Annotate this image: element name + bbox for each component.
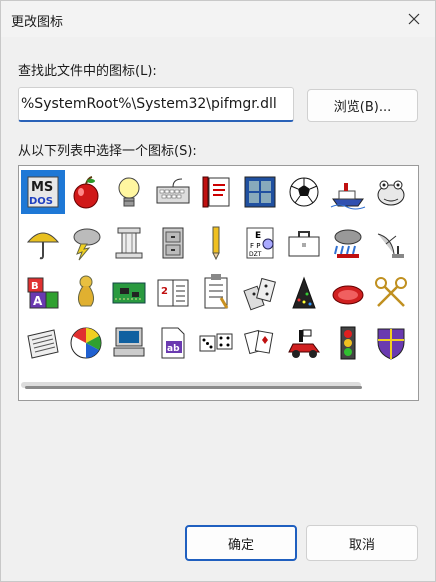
- pen-document-icon[interactable]: [194, 170, 238, 214]
- crossed-keys-icon-graphic: [375, 277, 407, 307]
- beach-ball-icon[interactable]: [64, 321, 108, 365]
- circuit-board-icon[interactable]: [107, 271, 151, 315]
- traffic-light-icon[interactable]: [326, 321, 370, 365]
- dialog-title: 更改图标: [11, 15, 64, 30]
- soccer-ball-icon-graphic: [289, 177, 319, 207]
- checklist-icon-graphic: [204, 274, 229, 309]
- ok-button[interactable]: 确定: [185, 525, 297, 561]
- rubber-raft-icon[interactable]: [326, 271, 370, 315]
- ab-document-icon[interactable]: ab: [151, 321, 195, 365]
- circuit-board-icon-graphic: [112, 282, 146, 304]
- file-cabinet-icon[interactable]: [151, 221, 195, 265]
- keyboard-icon-graphic: [156, 178, 190, 204]
- svg-text:A: A: [33, 294, 43, 308]
- svg-text:DZT: DZT: [249, 251, 262, 258]
- newspaper-icon[interactable]: [21, 321, 65, 365]
- shield-icon-graphic: [377, 328, 405, 360]
- briefcase-icon[interactable]: [282, 221, 326, 265]
- dominoes-icon-graphic: [243, 277, 276, 311]
- stormy-sky-icon[interactable]: [326, 221, 370, 265]
- ab-document-icon-graphic: ab: [161, 327, 185, 359]
- title-bar: 更改图标: [1, 1, 435, 37]
- computer-icon-graphic: [113, 327, 145, 357]
- svg-text:E: E: [255, 231, 261, 241]
- briefcase-icon-graphic: [288, 231, 320, 257]
- satellite-dish-icon-graphic: [377, 233, 404, 258]
- window-frame-icon[interactable]: [238, 170, 282, 214]
- file-path-input[interactable]: [18, 87, 294, 122]
- apple-icon[interactable]: [64, 170, 108, 214]
- frog-icon-graphic: [377, 180, 405, 206]
- close-button[interactable]: [393, 1, 435, 37]
- satellite-dish-icon[interactable]: [369, 221, 413, 265]
- file-label: 查找此文件中的图标(L):: [18, 64, 157, 79]
- dominoes-icon[interactable]: [238, 271, 282, 315]
- lightbulb-icon-graphic: [118, 177, 140, 207]
- race-car-icon-graphic: [288, 329, 320, 358]
- browse-button-label: 浏览(B)...: [333, 100, 392, 115]
- pencil-icon[interactable]: [194, 221, 238, 265]
- lightbulb-icon[interactable]: [107, 170, 151, 214]
- svg-text:DOS: DOS: [29, 196, 53, 207]
- party-hat-icon[interactable]: [282, 271, 326, 315]
- change-icon-dialog: 更改图标 查找此文件中的图标(L): 浏览(B)... 从以下列表中选择一个图标…: [0, 0, 436, 582]
- calendar-book-icon[interactable]: 2: [151, 271, 195, 315]
- close-icon: [408, 13, 420, 25]
- ms-dos-icon[interactable]: MS DOS: [21, 170, 65, 214]
- svg-text:2: 2: [161, 286, 168, 297]
- pen-document-icon-graphic: [202, 176, 230, 208]
- storm-cloud-icon-graphic: [73, 228, 101, 261]
- tuba-icon-graphic: [77, 275, 95, 307]
- file-cabinet-icon-graphic: [162, 227, 184, 259]
- svg-text:MS: MS: [31, 180, 53, 195]
- computer-icon[interactable]: [107, 321, 151, 365]
- eye-chart-icon-graphic: EF PDZT: [246, 227, 274, 259]
- ms-dos-icon-graphic: MSDOS: [27, 176, 59, 208]
- scrollbar-thumb[interactable]: [25, 386, 362, 389]
- ship-icon-graphic: [330, 183, 366, 210]
- stormy-sky-icon-graphic: [334, 229, 362, 258]
- abc-blocks-icon[interactable]: BA: [21, 271, 65, 315]
- umbrella-icon[interactable]: [21, 221, 65, 265]
- beach-ball-icon-graphic: [70, 327, 102, 359]
- svg-text:ab: ab: [167, 344, 180, 354]
- keyboard-icon[interactable]: [151, 170, 195, 214]
- abc-blocks-icon-graphic: BA: [27, 277, 59, 309]
- checklist-icon[interactable]: [194, 271, 238, 315]
- dice-icon[interactable]: [194, 321, 238, 365]
- race-car-icon[interactable]: [282, 321, 326, 365]
- storm-cloud-icon[interactable]: [64, 221, 108, 265]
- svg-text:B: B: [31, 281, 39, 292]
- tuba-icon[interactable]: [64, 271, 108, 315]
- party-hat-icon-graphic: [292, 276, 316, 309]
- shield-icon[interactable]: [369, 321, 413, 365]
- column-icon[interactable]: [107, 221, 151, 265]
- frog-icon[interactable]: [369, 170, 413, 214]
- playing-cards-icon-graphic: [244, 329, 274, 355]
- traffic-light-icon-graphic: [340, 326, 356, 360]
- calendar-book-icon-graphic: 2: [157, 279, 189, 307]
- umbrella-icon-graphic: [26, 232, 60, 260]
- playing-cards-icon[interactable]: [238, 321, 282, 365]
- icons-label: 从以下列表中选择一个图标(S):: [18, 144, 197, 159]
- crossed-keys-icon[interactable]: [369, 271, 413, 315]
- ship-icon[interactable]: [326, 170, 370, 214]
- soccer-ball-icon[interactable]: [282, 170, 326, 214]
- browse-button[interactable]: 浏览(B)...: [307, 89, 418, 122]
- cancel-button-label: 取消: [348, 537, 375, 553]
- rubber-raft-icon-graphic: [332, 285, 364, 305]
- column-icon-graphic: [115, 227, 143, 259]
- pencil-icon-graphic: [212, 226, 220, 261]
- newspaper-icon-graphic: [27, 329, 59, 359]
- dice-icon-graphic: [199, 333, 233, 352]
- window-frame-icon-graphic: [244, 176, 276, 208]
- apple-icon-graphic: [73, 176, 99, 209]
- svg-text:F P: F P: [250, 242, 260, 250]
- ok-button-label: 确定: [227, 537, 254, 553]
- cancel-button[interactable]: 取消: [306, 525, 418, 561]
- eye-chart-icon[interactable]: EF P DZT: [238, 221, 282, 265]
